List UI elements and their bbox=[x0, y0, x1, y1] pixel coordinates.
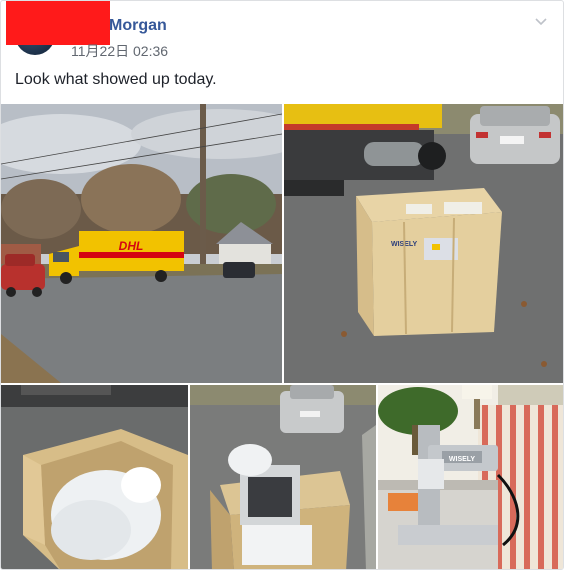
redaction-box bbox=[6, 1, 110, 45]
photo-open-crate[interactable] bbox=[1, 385, 188, 569]
dhl-logo: DHL bbox=[119, 239, 144, 253]
photo-machine-indoor[interactable]: WISELY bbox=[378, 385, 563, 569]
author-name[interactable]: Morgan bbox=[109, 17, 167, 35]
photo-crate-street[interactable]: WISELY bbox=[284, 104, 563, 383]
post-timestamp[interactable]: 11月22日 02:36 bbox=[71, 41, 168, 61]
post-text: Look what showed up today. bbox=[15, 71, 217, 88]
chevron-down-icon[interactable] bbox=[533, 13, 549, 29]
photo-unpacked-crate[interactable] bbox=[190, 385, 376, 569]
machine-brand-label: WISELY bbox=[449, 456, 476, 463]
facebook-post: Morgan 11月22日 02:36 Look what showed up … bbox=[0, 0, 564, 570]
photo-street-truck[interactable]: DHL bbox=[1, 104, 282, 383]
